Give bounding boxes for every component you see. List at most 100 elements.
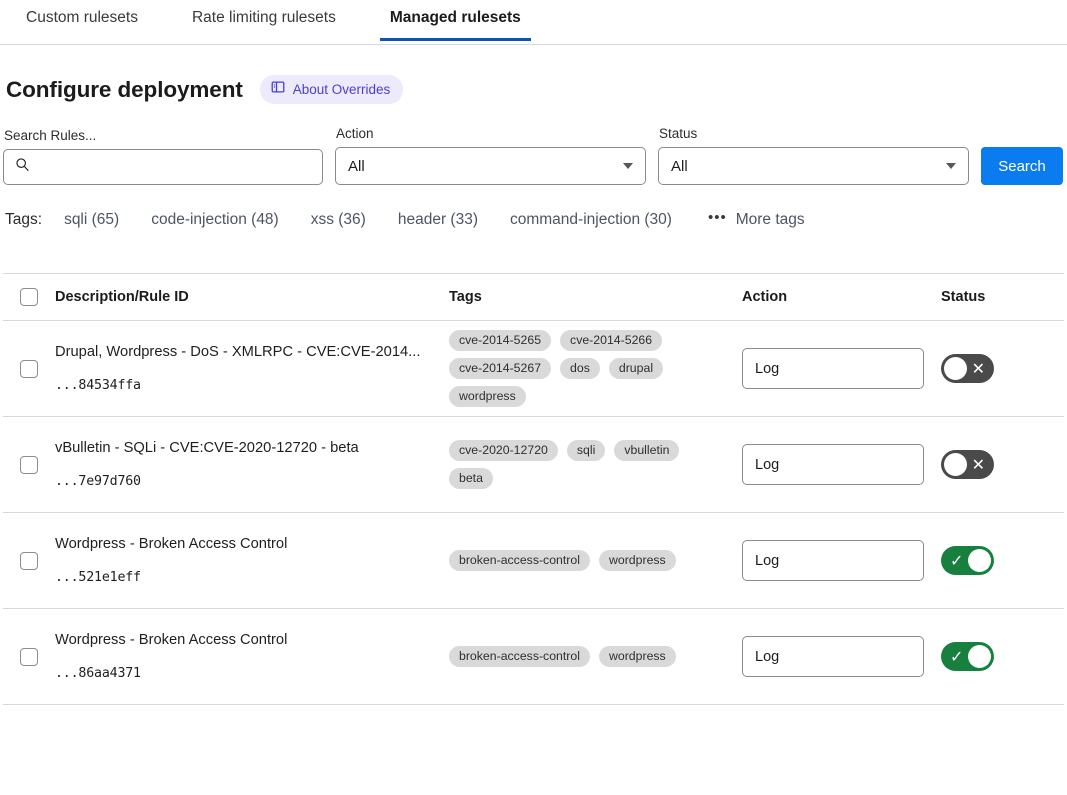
- rule-status-cell: ✕: [941, 450, 1067, 479]
- rule-tags-cell: broken-access-control wordpress: [449, 550, 742, 571]
- rule-id: ...521e1eff: [55, 570, 449, 585]
- tag-chip: cve-2014-5266: [560, 330, 662, 351]
- rule-id: ...7e97d760: [55, 474, 449, 489]
- ruleset-tabbar: Custom rulesets Rate limiting rulesets M…: [0, 0, 1067, 45]
- close-icon: ✕: [972, 455, 985, 475]
- table-row: Wordpress - Broken Access Control ...86a…: [3, 609, 1064, 705]
- rule-action-value: Log: [755, 553, 779, 569]
- rule-action-cell: Log: [742, 348, 941, 389]
- tab-label: Managed rulesets: [390, 9, 521, 26]
- tag-chip: vbulletin: [614, 440, 679, 461]
- chevron-down-icon: [623, 163, 633, 169]
- rules-table: Description/Rule ID Tags Action Status D…: [3, 273, 1064, 705]
- action-filter-label: Action: [336, 126, 646, 141]
- rule-description: Wordpress - Broken Access Control: [55, 632, 449, 650]
- rule-action-select[interactable]: Log: [742, 348, 924, 389]
- row-select-checkbox[interactable]: [20, 648, 38, 666]
- rule-id: ...86aa4371: [55, 666, 449, 681]
- row-select-checkbox[interactable]: [20, 456, 38, 474]
- rule-description: Drupal, Wordpress - DoS - XMLRPC - CVE:C…: [55, 344, 449, 362]
- rule-action-select[interactable]: Log: [742, 540, 924, 581]
- tags-filter-bar: Tags: sqli (65) code-injection (48) xss …: [5, 211, 1064, 229]
- rule-description-cell: vBulletin - SQLi - CVE:CVE-2020-12720 - …: [55, 440, 449, 489]
- toggle-knob: [968, 645, 991, 668]
- row-select-checkbox[interactable]: [20, 360, 38, 378]
- rule-action-value: Log: [755, 457, 779, 473]
- rule-tags-cell: cve-2020-12720 sqli vbulletin beta: [449, 440, 742, 490]
- rule-action-cell: Log: [742, 444, 941, 485]
- status-filter-value: All: [671, 158, 688, 175]
- tag-chip: broken-access-control: [449, 646, 590, 667]
- about-overrides-label: About Overrides: [293, 82, 391, 97]
- tab-rate-limiting-rulesets[interactable]: Rate limiting rulesets: [190, 0, 338, 40]
- rule-action-cell: Log: [742, 636, 941, 677]
- column-header-status: Status: [941, 289, 1067, 305]
- rule-description-cell: Wordpress - Broken Access Control ...521…: [55, 536, 449, 585]
- tag-filter-xss[interactable]: xss (36): [311, 211, 366, 229]
- tag-chip: wordpress: [599, 646, 676, 667]
- toggle-knob: [944, 453, 967, 476]
- rule-id: ...84534ffa: [55, 378, 449, 393]
- rule-tags-cell: broken-access-control wordpress: [449, 646, 742, 667]
- chevron-down-icon: [946, 163, 956, 169]
- tag-chip: cve-2014-5265: [449, 330, 551, 351]
- tag-filter-sqli[interactable]: sqli (65): [64, 211, 119, 229]
- tag-chip: beta: [449, 468, 493, 489]
- status-filter-field: Status All: [658, 126, 969, 185]
- rule-action-value: Log: [755, 649, 779, 665]
- rule-status-cell: ✓: [941, 642, 1067, 671]
- rule-action-select[interactable]: Log: [742, 444, 924, 485]
- rule-action-cell: Log: [742, 540, 941, 581]
- search-rules-field: Search Rules...: [3, 128, 323, 185]
- rule-description: Wordpress - Broken Access Control: [55, 536, 449, 554]
- tab-managed-rulesets[interactable]: Managed rulesets: [388, 0, 523, 40]
- tab-label: Rate limiting rulesets: [192, 9, 336, 26]
- tag-chip: cve-2020-12720: [449, 440, 558, 461]
- tag-chip: wordpress: [599, 550, 676, 571]
- tab-label: Custom rulesets: [26, 9, 138, 26]
- status-filter-select[interactable]: All: [658, 147, 969, 185]
- rule-status-cell: ✓: [941, 546, 1067, 575]
- column-header-tags: Tags: [449, 289, 742, 305]
- tag-chip: cve-2014-5267: [449, 358, 551, 379]
- table-row: Drupal, Wordpress - DoS - XMLRPC - CVE:C…: [3, 321, 1064, 417]
- column-header-action: Action: [742, 289, 941, 305]
- tag-filter-header[interactable]: header (33): [398, 211, 478, 229]
- rule-status-toggle[interactable]: ✕: [941, 354, 994, 383]
- tag-chip: drupal: [609, 358, 663, 379]
- page-title: Configure deployment: [6, 77, 243, 103]
- rule-action-select[interactable]: Log: [742, 636, 924, 677]
- search-button[interactable]: Search: [981, 147, 1063, 185]
- table-row: Wordpress - Broken Access Control ...521…: [3, 513, 1064, 609]
- tag-chip: sqli: [567, 440, 605, 461]
- rule-status-toggle[interactable]: ✓: [941, 546, 994, 575]
- action-filter-field: Action All: [335, 126, 646, 185]
- page-header: Configure deployment About Overrides: [6, 45, 1064, 104]
- table-header-row: Description/Rule ID Tags Action Status: [3, 274, 1064, 321]
- toggle-knob: [968, 549, 991, 572]
- close-icon: ✕: [972, 359, 985, 379]
- ellipsis-icon: •••: [708, 210, 727, 225]
- search-input[interactable]: [3, 149, 323, 185]
- tag-filter-command-injection[interactable]: command-injection (30): [510, 211, 672, 229]
- rule-status-toggle[interactable]: ✕: [941, 450, 994, 479]
- check-icon: ✓: [950, 551, 963, 571]
- tag-chip: wordpress: [449, 386, 526, 407]
- about-overrides-button[interactable]: About Overrides: [260, 75, 404, 104]
- table-row: vBulletin - SQLi - CVE:CVE-2020-12720 - …: [3, 417, 1064, 513]
- row-select-checkbox[interactable]: [20, 552, 38, 570]
- action-filter-select[interactable]: All: [335, 147, 646, 185]
- select-all-checkbox[interactable]: [20, 288, 38, 306]
- more-tags-button[interactable]: ••• More tags: [708, 211, 805, 229]
- action-filter-value: All: [348, 158, 365, 175]
- toggle-knob: [944, 357, 967, 380]
- tag-chip: dos: [560, 358, 600, 379]
- rule-tags-cell: cve-2014-5265 cve-2014-5266 cve-2014-526…: [449, 330, 742, 408]
- more-tags-label: More tags: [736, 211, 805, 229]
- rule-action-value: Log: [755, 361, 779, 377]
- status-filter-label: Status: [659, 126, 969, 141]
- tab-custom-rulesets[interactable]: Custom rulesets: [24, 0, 140, 40]
- tag-chip: broken-access-control: [449, 550, 590, 571]
- rule-status-toggle[interactable]: ✓: [941, 642, 994, 671]
- tag-filter-code-injection[interactable]: code-injection (48): [151, 211, 279, 229]
